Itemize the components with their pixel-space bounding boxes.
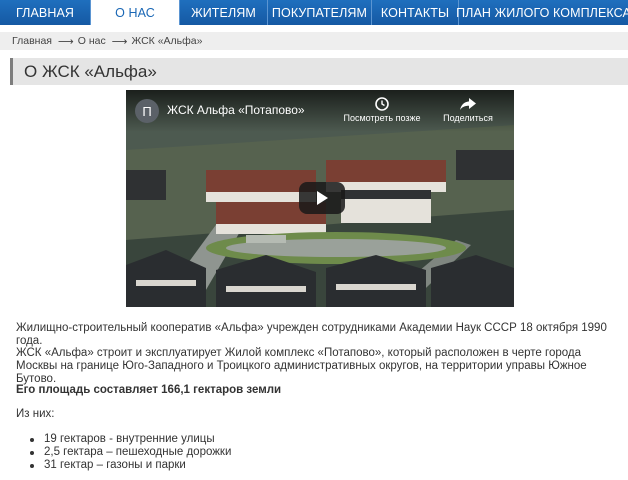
channel-avatar[interactable]: П xyxy=(135,99,159,123)
breadcrumb: Главная ⟶ О нас ⟶ ЖСК «Альфа» xyxy=(0,32,628,50)
play-icon xyxy=(317,191,328,205)
bullet xyxy=(30,450,34,455)
share-button[interactable]: Поделиться xyxy=(428,97,508,123)
watch-later-button[interactable]: Посмотреть позже xyxy=(342,97,422,123)
breadcrumb-about[interactable]: О нас xyxy=(78,35,106,47)
breadcrumb-home[interactable]: Главная xyxy=(12,35,52,47)
location-paragraph: ЖСК «Альфа» строит и эксплуатирует Жилой… xyxy=(16,347,587,385)
watch-later-label: Посмотреть позже xyxy=(343,113,421,123)
nav-item-home[interactable]: ГЛАВНАЯ xyxy=(0,0,91,25)
breadcrumb-separator: ⟶ xyxy=(57,35,74,48)
breadcrumb-separator: ⟶ xyxy=(111,35,128,48)
area-list: 19 гектаров - внутренние улицы 2,5 гекта… xyxy=(30,433,231,472)
play-button[interactable] xyxy=(299,182,345,214)
list-item-text: 31 гектар – газоны и парки xyxy=(44,459,186,471)
nav-item-buyers[interactable]: ПОКУПАТЕЛЯМ xyxy=(268,0,372,25)
list-item-text: 2,5 гектара – пешеходные дорожки xyxy=(44,446,232,458)
bullet xyxy=(30,463,34,468)
nav-item-plan[interactable]: ПЛАН ЖИЛОГО КОМПЛЕКСА xyxy=(456,0,628,25)
nav-item-about[interactable]: О НАС xyxy=(91,0,180,25)
bullet xyxy=(30,437,34,442)
share-label: Поделиться xyxy=(443,113,493,123)
nav-item-contacts[interactable]: КОНТАКТЫ xyxy=(372,0,459,25)
clock-icon xyxy=(375,97,389,111)
video-title[interactable]: ЖСК Альфа «Потапово» xyxy=(167,103,305,117)
list-item: 2,5 гектара – пешеходные дорожки xyxy=(30,446,231,459)
breadcrumb-current: ЖСК «Альфа» xyxy=(131,35,203,47)
page-title-bar: О ЖСК «Альфа» xyxy=(10,58,628,85)
main-nav: ГЛАВНАЯ О НАС ЖИТЕЛЯМ ПОКУПАТЕЛЯМ КОНТАК… xyxy=(0,0,628,25)
intro-paragraph: Жилищно-строительный кооператив «Альфа» … xyxy=(16,322,607,347)
list-item: 19 гектаров - внутренние улицы xyxy=(30,433,231,446)
list-item: 31 гектар – газоны и парки xyxy=(30,459,231,472)
share-icon xyxy=(460,98,476,110)
page-title: О ЖСК «Альфа» xyxy=(24,61,157,81)
area-paragraph: Его площадь составляет 166,1 гектаров зе… xyxy=(16,384,282,396)
list-intro: Из них: xyxy=(16,408,55,420)
list-item-text: 19 гектаров - внутренние улицы xyxy=(44,433,215,445)
nav-item-residents[interactable]: ЖИТЕЛЯМ xyxy=(180,0,268,25)
video-player[interactable]: П ЖСК Альфа «Потапово» Посмотреть позже … xyxy=(126,90,514,307)
